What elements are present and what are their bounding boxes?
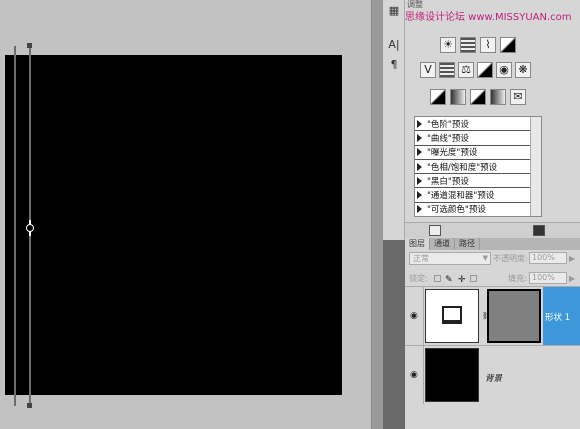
hue-saturation-icon[interactable] <box>439 62 455 78</box>
adjustment-layer-icon[interactable] <box>533 225 545 236</box>
clip-icon[interactable] <box>429 225 441 236</box>
expand-triangle-icon <box>417 162 422 171</box>
divider <box>423 287 424 345</box>
preset-scrollbar[interactable] <box>530 117 541 216</box>
preset-item[interactable]: "可选颜色"预设 <box>415 203 541 216</box>
brightness-icon[interactable]: ☀ <box>440 37 456 53</box>
blend-mode-value: 正常 <box>413 254 429 263</box>
anchor-point[interactable] <box>26 224 34 232</box>
fill-label: 填充: <box>508 274 527 283</box>
preset-item[interactable]: "色阶"预设 <box>415 117 541 132</box>
guide-handle-top[interactable] <box>27 43 32 48</box>
tools-icon[interactable]: ▦ <box>387 4 401 18</box>
canvas-scrollbar[interactable] <box>371 0 383 429</box>
lock-position-icon[interactable]: ✛ <box>458 275 466 285</box>
invert-icon[interactable] <box>430 89 446 105</box>
curves-icon[interactable]: ⌇ <box>480 37 496 53</box>
expand-triangle-icon <box>417 205 422 214</box>
opacity-label: 不透明度: <box>493 254 528 263</box>
expand-triangle-icon <box>417 133 422 142</box>
lock-transparency-icon[interactable] <box>434 275 441 282</box>
blend-mode-select[interactable]: 正常 ▼ <box>409 252 491 265</box>
preset-item[interactable]: "曲线"预设 <box>415 131 541 146</box>
black-white-icon[interactable] <box>477 62 493 78</box>
tab-channels[interactable]: 通道 <box>430 238 455 250</box>
preset-label: "通道混和器"预设 <box>427 191 495 202</box>
preset-item[interactable]: "通道混和器"预设 <box>415 188 541 203</box>
exposure-icon[interactable] <box>500 37 516 53</box>
canvas-area[interactable] <box>0 0 371 429</box>
expand-triangle-icon <box>417 119 422 128</box>
vector-mask-thumbnail[interactable] <box>487 289 541 343</box>
visibility-eye-icon[interactable]: ◉ <box>410 311 418 321</box>
layer-row[interactable]: ◉ ⛓ 形状 1 <box>405 286 580 345</box>
paragraph-icon[interactable]: ¶ <box>387 58 401 72</box>
tab-layers[interactable]: 图层 <box>405 238 430 250</box>
vibrance-icon[interactable]: V <box>420 62 436 78</box>
path-guide-left[interactable] <box>14 46 16 406</box>
preset-item[interactable]: "黑白"预设 <box>415 174 541 189</box>
fill-arrow-icon[interactable]: ▶ <box>569 274 575 284</box>
preset-label: "曲线"预设 <box>427 133 469 144</box>
preset-label: "色相/饱和度"预设 <box>427 162 498 173</box>
threshold-icon[interactable] <box>470 89 486 105</box>
character-icon[interactable]: A| <box>387 38 401 52</box>
levels-icon[interactable] <box>460 37 476 53</box>
posterize-icon[interactable] <box>450 89 466 105</box>
preset-label: "黑白"预设 <box>427 176 469 187</box>
preset-item[interactable]: "色相/饱和度"预设 <box>415 160 541 175</box>
expand-triangle-icon <box>417 176 422 185</box>
opacity-field[interactable]: 100% <box>529 252 567 264</box>
visibility-eye-icon[interactable]: ◉ <box>410 370 418 380</box>
color-balance-icon[interactable]: ⚖ <box>458 62 474 78</box>
shape-glyph-icon <box>442 306 462 324</box>
document-canvas[interactable] <box>5 55 342 395</box>
tab-paths[interactable]: 路径 <box>455 238 480 250</box>
preset-item[interactable]: "曝光度"预设 <box>415 146 541 160</box>
layers-panel: 图层 通道 路径 正常 ▼ 不透明度: 100% ▶ 锁定: ✎ ✛ 填充: 1… <box>405 238 580 429</box>
layer-row[interactable]: ◉ 背景 <box>405 345 580 404</box>
opacity-arrow-icon[interactable]: ▶ <box>569 254 575 264</box>
chevron-down-icon: ▼ <box>482 254 488 262</box>
lock-pixels-icon[interactable]: ✎ <box>445 275 453 285</box>
expand-triangle-icon <box>417 191 422 200</box>
expand-triangle-icon <box>417 148 422 157</box>
layer-tab-bar: 图层 通道 路径 <box>405 238 580 250</box>
layer-name[interactable]: 形状 1 <box>545 311 570 323</box>
preset-label: "曝光度"预设 <box>427 148 478 159</box>
watermark: 思缘设计论坛 www.MISSYUAN.com <box>405 12 572 22</box>
preset-list: "色阶"预设 "曲线"预设 "曝光度"预设 "色相/饱和度"预设 "黑白"预设 … <box>414 116 542 217</box>
fill-field[interactable]: 100% <box>529 272 567 284</box>
adjustments-footer <box>405 222 580 238</box>
layer-name[interactable]: 背景 <box>485 372 502 384</box>
layer-thumbnail <box>425 289 479 343</box>
lock-all-icon[interactable] <box>470 275 477 282</box>
dock-lower-area <box>383 240 405 429</box>
lock-label: 锁定: <box>409 274 428 283</box>
channel-mixer-icon[interactable]: ❋ <box>515 62 531 78</box>
preset-label: "可选颜色"预设 <box>427 205 486 216</box>
selective-color-icon[interactable]: ✉ <box>510 89 526 105</box>
layer-thumbnail <box>425 348 479 402</box>
photo-filter-icon[interactable]: ◉ <box>496 62 512 78</box>
divider <box>423 346 424 404</box>
guide-handle-bottom[interactable] <box>27 403 32 408</box>
preset-label: "色阶"预设 <box>427 119 469 130</box>
gradient-map-icon[interactable] <box>490 89 506 105</box>
